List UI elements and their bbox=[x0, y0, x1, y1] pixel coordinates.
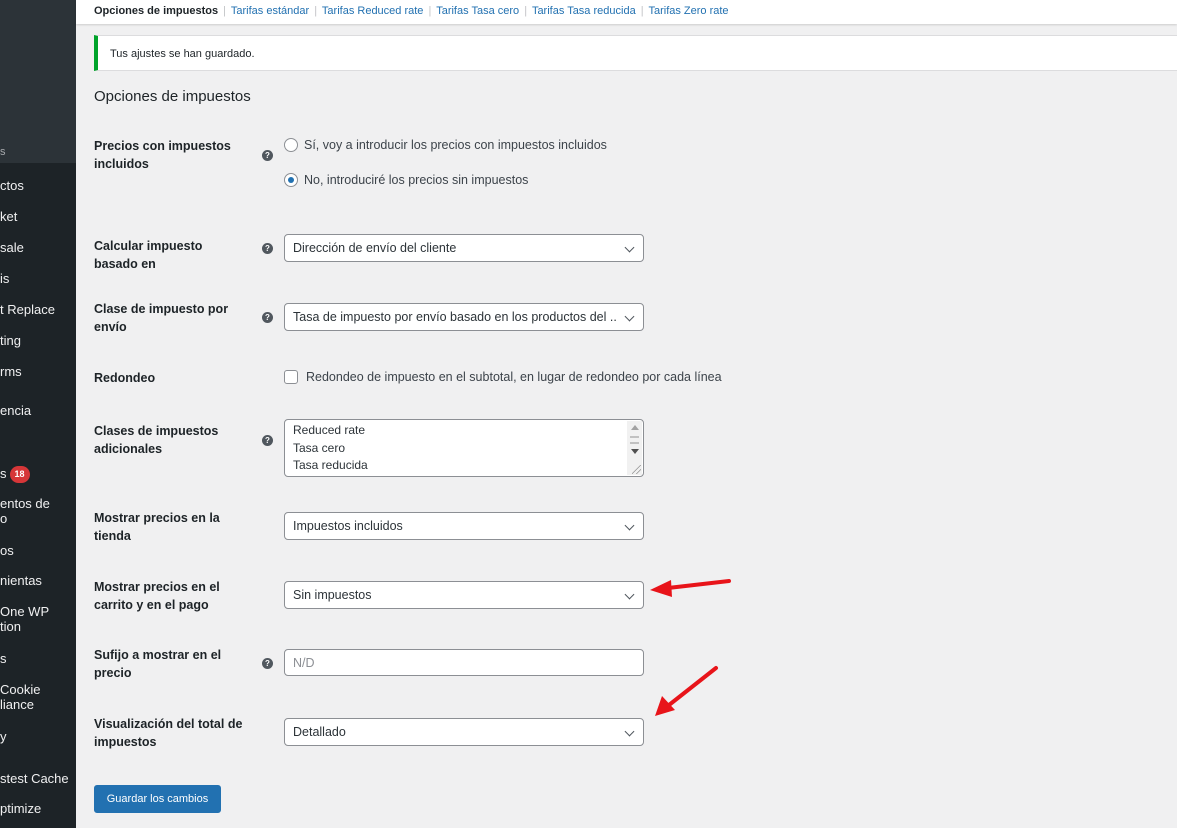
shipping-tax-class-select[interactable]: Tasa de impuesto por envío basado en los… bbox=[284, 303, 644, 331]
chevron-down-icon bbox=[624, 726, 635, 737]
sidebar-item-analytics[interactable]: is bbox=[0, 271, 9, 286]
subnav-link-tasa-reducida[interactable]: Tarifas Tasa reducida bbox=[532, 5, 636, 17]
chevron-down-icon bbox=[624, 589, 635, 600]
notice-text: Tus ajustes se han guardado. bbox=[110, 48, 255, 60]
display-shop-label: Mostrar precios en la tienda bbox=[94, 511, 220, 543]
sidebar-item-all-in-one-wp[interactable]: One WP tion bbox=[0, 604, 49, 634]
sidebar-item-search-replace[interactable]: t Replace bbox=[0, 302, 55, 317]
chevron-down-icon bbox=[624, 242, 635, 253]
chevron-down-icon bbox=[624, 311, 635, 322]
display-cart-label: Mostrar precios en el carrito y en el pa… bbox=[94, 580, 220, 612]
tax-classes-textarea[interactable]: Reduced rate Tasa cero Tasa reducida bbox=[284, 419, 644, 477]
scroll-thumb[interactable] bbox=[630, 436, 639, 444]
sidebar-item-forms[interactable]: rms bbox=[0, 364, 22, 379]
subnav-link-zero-rate[interactable]: Tarifas Zero rate bbox=[648, 5, 728, 17]
display-cart-select[interactable]: Sin impuestos bbox=[284, 581, 644, 609]
sidebar-item-apariencia[interactable]: encia bbox=[0, 403, 31, 418]
sidebar-item-productos[interactable]: ctos bbox=[0, 178, 24, 193]
rounding-checkbox-row[interactable]: Redondeo de impuesto en el subtotal, en … bbox=[284, 370, 722, 384]
help-icon[interactable]: ? bbox=[262, 312, 273, 323]
annotation-arrow-cart bbox=[650, 579, 731, 597]
chevron-down-icon bbox=[624, 520, 635, 531]
radio-button-checked[interactable] bbox=[284, 173, 298, 187]
price-suffix-input[interactable] bbox=[285, 650, 643, 675]
sidebar-item-presale[interactable]: sale bbox=[0, 240, 24, 255]
help-icon[interactable]: ? bbox=[262, 243, 273, 254]
rounding-label: Redondeo bbox=[94, 371, 156, 385]
tax-classes-label: Clases de impuestos adicionales bbox=[94, 424, 219, 456]
radio-button[interactable] bbox=[284, 138, 298, 152]
sidebar-item-usuarios[interactable]: os bbox=[0, 543, 14, 558]
help-icon[interactable]: ? bbox=[262, 150, 273, 161]
sidebar-item-security[interactable]: y bbox=[0, 729, 7, 744]
tax-subnav: Opciones de impuestos | Tarifas estándar… bbox=[94, 5, 729, 17]
help-icon[interactable]: ? bbox=[262, 658, 273, 669]
tax-total-display-label: Visualización del total de impuestos bbox=[94, 717, 243, 749]
annotation-arrows bbox=[650, 579, 731, 716]
plugin-updates-badge: 18 bbox=[9, 466, 30, 484]
tax-based-on-select[interactable]: Dirección de envío del cliente bbox=[284, 234, 644, 262]
sidebar-item-cookie-compliance[interactable]: Cookie liance bbox=[0, 682, 40, 712]
scroll-up-arrow-icon[interactable] bbox=[631, 425, 639, 430]
annotation-arrow-tax-total bbox=[655, 666, 718, 716]
resize-grip-icon[interactable] bbox=[632, 465, 641, 474]
sidebar-item-ajustes[interactable]: s bbox=[0, 651, 7, 666]
sidebar-item-fastest-cache[interactable]: stest Cache bbox=[0, 771, 69, 786]
subnav-current[interactable]: Opciones de impuestos bbox=[94, 5, 218, 17]
display-shop-select[interactable]: Impuestos incluidos bbox=[284, 512, 644, 540]
sidebar-item-marketing[interactable]: ting bbox=[0, 333, 21, 348]
sidebar-item-market[interactable]: ket bbox=[0, 209, 17, 224]
rounding-checkbox[interactable] bbox=[284, 370, 298, 384]
sidebar-item-fragmentos[interactable]: entos de o bbox=[0, 496, 50, 526]
tax-total-display-select[interactable]: Detallado bbox=[284, 718, 644, 746]
price-suffix-input-wrap[interactable] bbox=[284, 649, 644, 676]
page-title: Opciones de impuestos bbox=[94, 88, 251, 105]
tax-class-line: Reduced rate bbox=[293, 423, 366, 437]
success-notice: Tus ajustes se han guardado. bbox=[94, 35, 1177, 71]
sidebar-item-herramientas[interactable]: nientas bbox=[0, 573, 42, 588]
tax-class-line: Tasa reducida bbox=[293, 458, 368, 472]
radio-prices-include-tax-no[interactable]: No, introduciré los precios sin impuesto… bbox=[284, 173, 528, 187]
help-icon[interactable]: ? bbox=[262, 435, 273, 446]
subnav-link-tasa-cero[interactable]: Tarifas Tasa cero bbox=[436, 5, 519, 17]
tax-based-on-label: Calcular impuesto basado en bbox=[94, 239, 203, 271]
prices-include-tax-label: Precios con impuestos incluidos bbox=[94, 139, 231, 171]
radio-prices-include-tax-yes[interactable]: Sí, voy a introducir los precios con imp… bbox=[284, 138, 607, 152]
subnav-link-reduced-rate[interactable]: Tarifas Reduced rate bbox=[322, 5, 424, 17]
save-button[interactable]: Guardar los cambios bbox=[94, 785, 221, 813]
sidebar-item-autoptimize[interactable]: ptimize bbox=[0, 801, 41, 816]
shipping-tax-class-label: Clase de impuesto por envío bbox=[94, 302, 229, 334]
tax-class-line: Tasa cero bbox=[293, 441, 346, 455]
scroll-down-arrow-icon[interactable] bbox=[631, 449, 639, 454]
admin-sidebar: s ctos ket sale is t Replace ting rms en… bbox=[0, 0, 76, 828]
sidebar-top-area bbox=[0, 0, 76, 163]
price-suffix-label: Sufijo a mostrar en el precio bbox=[94, 648, 222, 680]
sidebar-item-plugins[interactable]: s 18 bbox=[0, 466, 30, 484]
subnav-link-standard[interactable]: Tarifas estándar bbox=[231, 5, 309, 17]
sidebar-section-label: s bbox=[0, 146, 6, 158]
